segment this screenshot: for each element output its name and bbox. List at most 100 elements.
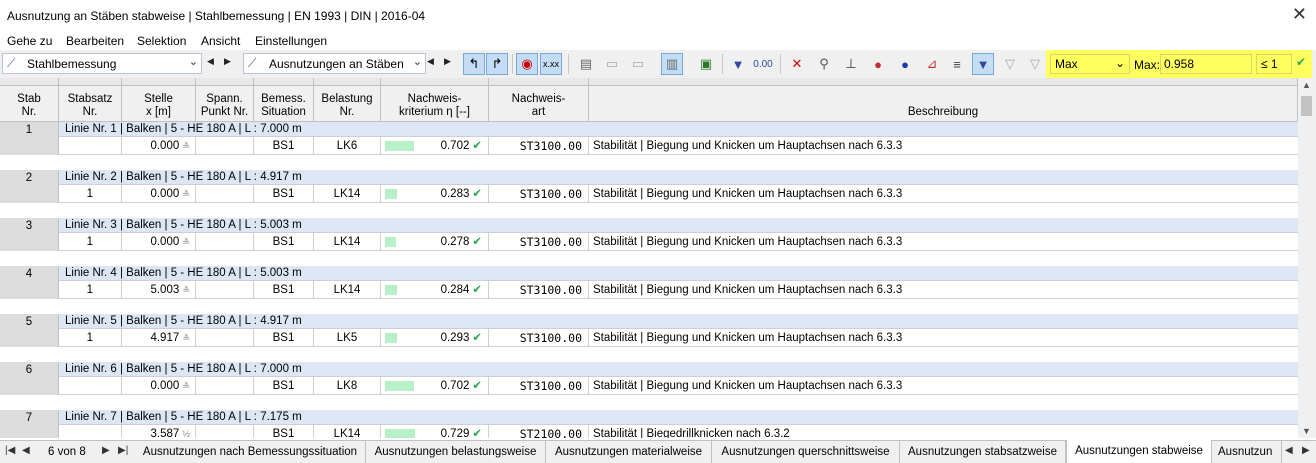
col-bemess[interactable]: Bemess. Situation: [254, 78, 314, 122]
stabsatz-cell: 1: [59, 233, 122, 251]
table-icon[interactable]: ▤: [575, 53, 597, 75]
data-row[interactable]: 1 0.000 ≚ BS1 LK14 0.283 ✔ ST3100.00 Stabilität…: [59, 185, 1298, 203]
decimal-places-icon[interactable]: x.xx: [540, 53, 562, 75]
col-belastung[interactable]: Belastung Nr.: [314, 78, 381, 122]
scroll-up-icon[interactable]: ▲: [1302, 80, 1311, 90]
table-row[interactable]: 6 Linie Nr. 6 | Balken | 5 - HE 180 A | L…: [0, 362, 1298, 410]
line-header: Linie Nr. 2 | Balken | 5 - HE 180 A | L …: [59, 170, 1298, 185]
member-view-icon[interactable]: ≡: [946, 53, 968, 75]
prev-view-icon[interactable]: ◀: [427, 56, 434, 67]
filter-off-icon[interactable]: ▽: [999, 53, 1021, 75]
tab-stabsatzweise[interactable]: Ausnutzungen stabsatzweise: [900, 441, 1066, 463]
section-icon[interactable]: ⊥: [840, 53, 862, 75]
delete-row-icon[interactable]: ▭: [627, 53, 649, 75]
tab-materialweise[interactable]: Ausnutzungen materialweise: [546, 441, 712, 463]
zoom-icon[interactable]: ⚲: [813, 53, 835, 75]
chevron-down-icon: ⌄: [188, 56, 198, 68]
col-stab[interactable]: Stab Nr.: [0, 78, 59, 122]
next-page-icon[interactable]: ▶: [102, 445, 110, 456]
criterion-cell: 0.702 ✔: [381, 137, 489, 155]
utilization-bar: [385, 189, 397, 199]
filter-mode-select[interactable]: Max ⌄: [1050, 54, 1130, 74]
close-icon[interactable]: ✕: [1292, 4, 1307, 25]
max-value-field[interactable]: 0.958: [1160, 54, 1252, 74]
table-row[interactable]: 3 Linie Nr. 3 | Balken | 5 - HE 180 A | L…: [0, 218, 1298, 266]
col-spann[interactable]: Spann. Punkt Nr.: [196, 78, 254, 122]
table-row[interactable]: 4 Linie Nr. 4 | Balken | 5 - HE 180 A | L…: [0, 266, 1298, 314]
col-stelle[interactable]: Stelle x [m]: [122, 78, 196, 122]
limit-value: ≤ 1: [1261, 57, 1278, 71]
tab-stabweise[interactable]: Ausnutzungen stabweise: [1066, 440, 1212, 463]
col-kriterium[interactable]: Nachweis- kriterium η [--]: [381, 78, 489, 122]
active-filter-icon[interactable]: ▼: [972, 53, 994, 75]
col-art[interactable]: Nachweis- art: [489, 78, 589, 122]
clear-filter-icon[interactable]: ▽: [1024, 53, 1046, 75]
table-row[interactable]: 5 Linie Nr. 5 | Balken | 5 - HE 180 A | L…: [0, 314, 1298, 362]
stelle-cell: 5.003 ≚: [122, 281, 196, 299]
show-result-icon[interactable]: ◉: [516, 53, 538, 75]
data-row[interactable]: 0.000 ≚ BS1 LK6 0.702 ✔ ST3100.00 Stabilität |…: [59, 137, 1298, 155]
prev-page-icon[interactable]: ◀: [22, 445, 30, 456]
last-page-icon[interactable]: ▶|: [118, 445, 128, 456]
col-stabsatz[interactable]: Stabsatz Nr.: [59, 78, 122, 122]
menu-gehe-zu[interactable]: Gehe zu: [7, 34, 52, 48]
line-header: Linie Nr. 7 | Balken | 5 - HE 180 A | L …: [59, 410, 1298, 425]
tab-ausnutzun-more[interactable]: Ausnutzun: [1212, 441, 1282, 463]
stelle-value: 3.587: [150, 428, 180, 438]
criterion-value: 0.702 ✔: [440, 140, 482, 152]
stelle-cell: 0.000 ≚: [122, 377, 196, 395]
scroll-thumb[interactable]: [1301, 96, 1312, 116]
utilization-bar: [385, 237, 396, 247]
sheet-tabs: |◀ ◀ 6 von 8 ▶ ▶| Ausnutzungen nach Beme…: [0, 440, 1316, 463]
select-set-icon[interactable]: ↱: [486, 53, 508, 75]
data-row[interactable]: 1 5.003 ≚ BS1 LK14 0.284 ✔ ST3100.00 Stabilität…: [59, 281, 1298, 299]
location-marker-icon: ½: [182, 429, 190, 438]
select-member-icon[interactable]: ↰: [463, 53, 485, 75]
tabs-prev-icon[interactable]: ◀: [1285, 445, 1293, 456]
prev-module-icon[interactable]: ◀: [207, 56, 214, 67]
table-row[interactable]: 7 Linie Nr. 7 | Balken | 5 - HE 180 A | L…: [0, 410, 1298, 438]
data-row[interactable]: 1 4.917 ≚ BS1 LK5 0.293 ✔ ST3100.00 Stabilität …: [59, 329, 1298, 347]
vertical-scrollbar[interactable]: ▲ ▼: [1298, 78, 1316, 438]
description-cell: Stabilität | Biegung und Knicken um Haup…: [593, 380, 903, 392]
next-module-icon[interactable]: ▶: [224, 56, 231, 67]
table-view-icon: ⟋: [248, 56, 257, 70]
stelle-value: 0.000: [150, 188, 180, 200]
max-label: Max:: [1134, 58, 1161, 72]
scroll-down-icon[interactable]: ▼: [1302, 426, 1311, 436]
column-layout-icon[interactable]: ▥: [661, 53, 683, 75]
location-marker-icon: ≚: [182, 189, 190, 199]
tab-belastungsweise[interactable]: Ausnutzungen belastungsweise: [366, 441, 546, 463]
col-beschreibung[interactable]: Beschreibung: [589, 78, 1298, 122]
export-excel-icon[interactable]: ▣: [695, 53, 717, 75]
menu-einstellungen[interactable]: Einstellungen: [255, 34, 327, 48]
data-row[interactable]: 1 0.000 ≚ BS1 LK14 0.278 ✔ ST3100.00 Stabilität…: [59, 233, 1298, 251]
data-row[interactable]: 3.587 ½ BS1 LK14 0.729 ✔ ST2100.00 Stabilität …: [59, 425, 1298, 438]
tab-querschnittsweise[interactable]: Ausnutzungen querschnittsweise: [712, 441, 900, 463]
next-view-icon[interactable]: ▶: [444, 56, 451, 67]
module-select[interactable]: ⟋ Stahlbemessung ⌄: [2, 53, 202, 74]
table-row[interactable]: 2 Linie Nr. 2 | Balken | 5 - HE 180 A | L…: [0, 170, 1298, 218]
filter-icon[interactable]: ▼: [727, 53, 749, 75]
cursor-select-icon[interactable]: ✕: [786, 53, 808, 75]
view-select[interactable]: ⟋ Ausnutzungen an Stäben ⌄: [243, 53, 426, 74]
color-scale-icon[interactable]: ●: [867, 53, 889, 75]
situation-cell: BS1: [254, 185, 314, 203]
menu-bearbeiten[interactable]: Bearbeiten: [66, 34, 124, 48]
menu-selektion[interactable]: Selektion: [137, 34, 186, 48]
line-header: Linie Nr. 6 | Balken | 5 - HE 180 A | L …: [59, 362, 1298, 377]
diagram-icon[interactable]: ⊿: [921, 53, 943, 75]
insert-row-icon[interactable]: ▭: [601, 53, 623, 75]
tabs-next-icon[interactable]: ▶: [1302, 445, 1310, 456]
first-page-icon[interactable]: |◀: [5, 445, 15, 456]
location-marker-icon: ≚: [182, 381, 190, 391]
criterion-cell: 0.284 ✔: [381, 281, 489, 299]
table-row[interactable]: 1 Linie Nr. 1 | Balken | 5 - HE 180 A | L…: [0, 122, 1298, 170]
limit-field[interactable]: ≤ 1: [1256, 54, 1292, 74]
info-icon[interactable]: ●: [894, 53, 916, 75]
menu-ansicht[interactable]: Ansicht: [201, 34, 240, 48]
tab-bemessungssituation[interactable]: Ausnutzungen nach Bemessungssituation: [135, 441, 366, 463]
apply-check-icon[interactable]: ✔: [1296, 55, 1306, 69]
zero-values-icon[interactable]: 0.00: [752, 53, 774, 75]
data-row[interactable]: 0.000 ≚ BS1 LK8 0.702 ✔ ST3100.00 Stabilität |…: [59, 377, 1298, 395]
